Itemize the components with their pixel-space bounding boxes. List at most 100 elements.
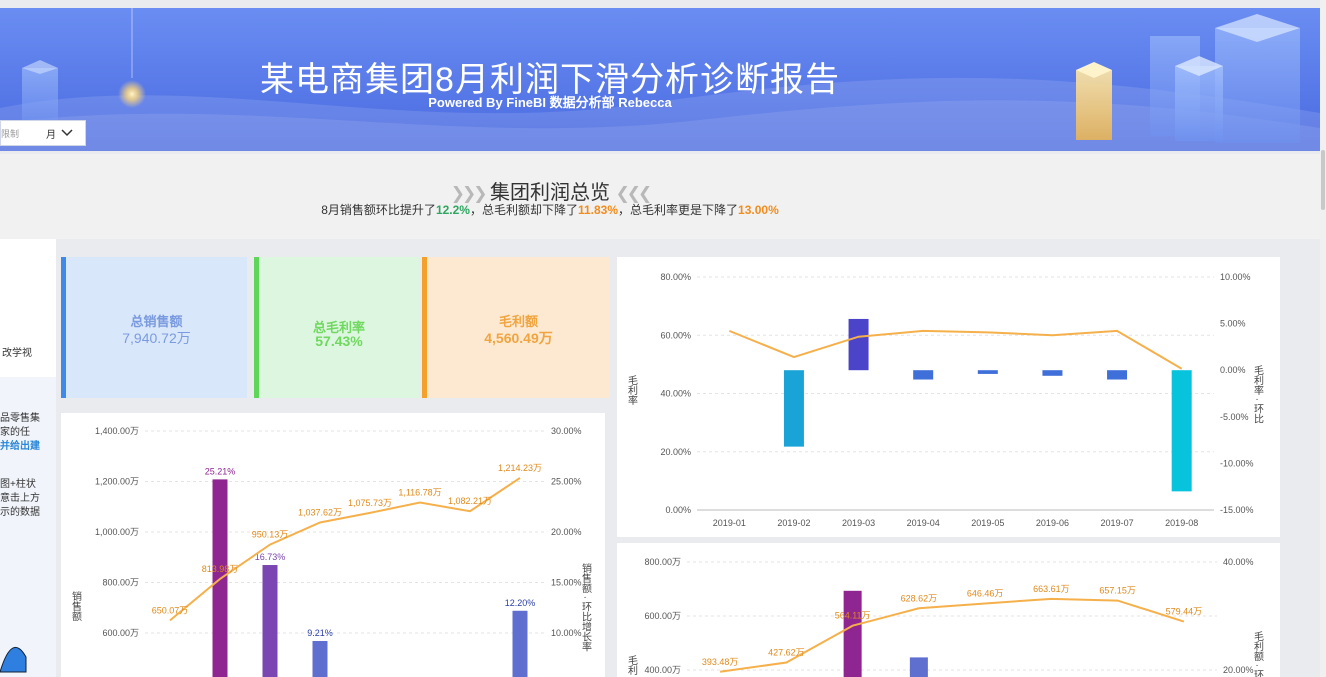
report-subtitle: Powered By FineBI 数据分析部 Rebecca — [428, 95, 672, 110]
growth-bar — [312, 640, 328, 677]
sidebar-text: 示的数据 — [0, 507, 40, 518]
y2-tick-label: -15.00% — [1220, 505, 1254, 515]
x-tick-label: 2019-03 — [842, 518, 875, 528]
period-filter[interactable]: 限制 月 — [0, 120, 86, 146]
dashboard: 某电商集团8月利润下滑分析诊断报告 Powered By FineBI 数据分析… — [0, 0, 1326, 677]
x-tick-label: 2019-04 — [907, 518, 940, 528]
series-line — [719, 597, 1185, 673]
waterfall-bar — [1107, 370, 1128, 380]
chart-gross-profit: 800.00万 600.00万 400.00万 40.00% 20.00% 毛利 毛利额 ·… — [626, 557, 1264, 677]
scrollbar-thumb[interactable] — [1321, 150, 1325, 210]
header-banner: 某电商集团8月利润下滑分析诊断报告 Powered By FineBI 数据分析… — [0, 8, 1320, 151]
line-data-label: 950.13万 — [252, 530, 289, 540]
chart-panel-margin-waterfall: 80.00% 60.00% 40.00% 20.00% 0.00% 10.00% 5.00%… — [617, 257, 1280, 537]
y2-tick-label: -10.00% — [1220, 458, 1254, 468]
line-data-label: 564.11万 — [835, 611, 871, 621]
summary-text-2: ，总毛利额却下降了 — [469, 203, 578, 217]
waterfall-bar — [913, 370, 934, 380]
sidebar-text: 改学视 — [2, 348, 32, 359]
waterfall-bar — [977, 370, 998, 374]
kpi-card-gross-profit[interactable]: 毛利额 4,560.49万 — [422, 257, 610, 398]
waterfall-bar — [1042, 370, 1063, 376]
y2-axis-title: 毛利额 · 环 — [1252, 631, 1264, 677]
left-sidebar: 改学视 品零售集 家的任 并给出建 图+柱状 意击上方 示的数据 — [0, 239, 56, 677]
waterfall-bar — [1171, 370, 1192, 492]
mascot-illustration — [0, 646, 27, 673]
y2-tick-label: 30.00% — [551, 426, 582, 436]
y-tick-label: 0.00% — [665, 505, 691, 515]
overview-header: ❯❯❯ 集团利润总览 ❮❮❮ 8月销售额环比提升了12.2%，总毛利额却下降了1… — [0, 154, 1320, 239]
y2-tick-label: 15.00% — [551, 578, 582, 588]
summary-profit-drop: 11.83% — [577, 203, 619, 217]
line-data-label: 650.07万 — [152, 605, 189, 615]
y-tick-label: 60.00% — [660, 330, 691, 340]
bar-data-label: 16.73% — [255, 552, 286, 562]
x-tick-label: 2019-05 — [971, 518, 1004, 528]
filter-value: 月 — [46, 130, 56, 141]
summary-text-3: ，总毛利率更是下降了 — [618, 203, 739, 217]
line-data-label: 813.98万 — [202, 564, 239, 574]
y-tick-label: 1,200.00万 — [95, 477, 139, 487]
line-data-label: 393.48万 — [702, 657, 739, 667]
kpi-value: 57.43% — [315, 333, 363, 349]
summary-margin-drop: 13.00% — [738, 203, 779, 217]
x-tick-label: 2019-02 — [777, 518, 810, 528]
line-data-label: 1,037.62万 — [298, 508, 342, 518]
y-tick-label: 20.00% — [660, 447, 691, 457]
y2-tick-label: 40.00% — [1223, 557, 1254, 567]
chart-panel-gross-profit: 800.00万 600.00万 400.00万 40.00% 20.00% 毛利 毛利额 ·… — [617, 543, 1280, 677]
kpi-card-total-sales[interactable]: 总销售额 7,940.72万 — [61, 257, 247, 398]
y2-tick-label: 20.00% — [1223, 665, 1254, 675]
line-data-label: 579.44万 — [1166, 607, 1203, 617]
y-tick-label: 400.00万 — [644, 665, 681, 675]
sidebar-text: 图+柱状 — [0, 479, 36, 490]
y2-tick-label: -5.00% — [1220, 412, 1249, 422]
sidebar-text: 品零售集 — [0, 413, 40, 424]
y-tick-label: 1,400.00万 — [95, 426, 139, 436]
chart-margin-waterfall: 80.00% 60.00% 40.00% 20.00% 0.00% 10.00% 5.00%… — [626, 272, 1264, 528]
page-scrollbar[interactable] — [1320, 0, 1326, 677]
growth-bar — [909, 657, 928, 677]
line-data-label: 657.15万 — [1099, 586, 1136, 596]
y-tick-label: 800.00万 — [644, 557, 681, 567]
x-tick-label: 2019-08 — [1165, 518, 1198, 528]
y2-tick-label: 10.00% — [551, 628, 582, 638]
line-data-label: 1,075.73万 — [348, 498, 392, 508]
bar-data-label: 12.20% — [505, 598, 536, 608]
y2-tick-label: 10.00% — [1220, 272, 1251, 282]
y-tick-label: 600.00万 — [644, 611, 681, 621]
line-data-label: 427.62万 — [768, 648, 805, 658]
kpi-card-gross-margin[interactable]: 总毛利率 57.43% — [254, 257, 419, 398]
bar-data-label: 25.21% — [205, 466, 236, 476]
kpi-value: 7,940.72万 — [122, 330, 191, 346]
x-tick-label: 2019-01 — [713, 518, 746, 528]
sidebar-text: 意击上方 — [0, 493, 40, 504]
series-line — [728, 329, 1183, 370]
y-axis-title: 毛利率 — [626, 375, 638, 406]
sidebar-description: 品零售集 家的任 并给出建 图+柱状 意击上方 示的数据 — [0, 377, 56, 677]
waterfall-bar — [783, 370, 804, 447]
chart-sales: 1,400.00万 1,200.00万 1,000.00万 800.00万 600.00… — [70, 426, 592, 677]
y-axis-title: 毛利 — [626, 655, 638, 675]
growth-bar — [843, 590, 862, 677]
y2-tick-label: 0.00% — [1220, 365, 1246, 375]
bar-data-label: 9.21% — [307, 628, 333, 638]
filter-label: 限制 — [1, 129, 20, 139]
line-data-label: 663.61万 — [1033, 584, 1070, 594]
line-data-label: 1,116.78万 — [398, 488, 441, 498]
y2-tick-label: 20.00% — [551, 527, 582, 537]
sidebar-text: 家的任 — [0, 427, 30, 438]
overview-summary: 8月销售额环比提升了12.2%，总毛利额却下降了11.83%，总毛利率更是下降了… — [0, 201, 1100, 218]
y-axis-title: 销售额 — [70, 590, 82, 622]
chart-panel-sales: 1,400.00万 1,200.00万 1,000.00万 800.00万 600.00… — [61, 413, 605, 677]
x-tick-label: 2019-06 — [1036, 518, 1069, 528]
waterfall-bar — [848, 318, 869, 371]
growth-bar — [262, 565, 278, 677]
y-tick-label: 600.00万 — [102, 628, 139, 638]
y-tick-label: 1,000.00万 — [95, 527, 139, 537]
line-data-label: 1,214.23万 — [498, 463, 542, 473]
chevron-down-icon[interactable] — [60, 123, 74, 143]
y2-tick-label: 5.00% — [1220, 319, 1246, 329]
summary-sales-growth: 12.2% — [435, 203, 470, 217]
x-tick-label: 2019-07 — [1101, 518, 1134, 528]
